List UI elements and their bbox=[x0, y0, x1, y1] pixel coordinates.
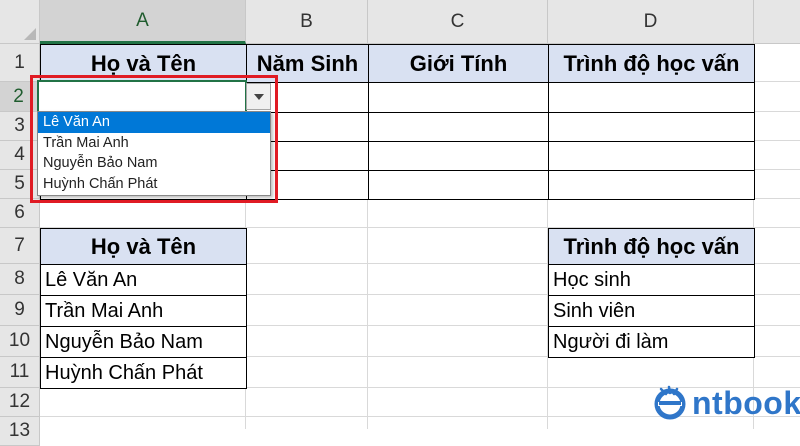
select-all-corner[interactable] bbox=[0, 0, 40, 44]
row-header-8[interactable]: 8 bbox=[0, 264, 40, 295]
column-header-a[interactable]: A bbox=[40, 0, 246, 44]
name-cell[interactable]: Lê Văn An bbox=[40, 264, 247, 296]
row-header-12[interactable]: 12 bbox=[0, 388, 40, 417]
highlight-annotation-box bbox=[30, 75, 278, 203]
column-header-b[interactable]: B bbox=[246, 0, 368, 44]
name-cell[interactable]: Trần Mai Anh bbox=[40, 295, 247, 327]
select-all-triangle-icon bbox=[24, 28, 36, 40]
row-header-13[interactable]: 13 bbox=[0, 417, 40, 446]
cell-d5[interactable] bbox=[548, 170, 755, 200]
column-header-c[interactable]: C bbox=[368, 0, 548, 44]
education-header-cell[interactable]: Trình độ học vấn bbox=[548, 228, 755, 265]
ntbook-logo-text: ntbook bbox=[692, 384, 800, 421]
name-cell[interactable]: Nguyễn Bảo Nam bbox=[40, 326, 247, 358]
row-header-10[interactable]: 10 bbox=[0, 326, 40, 357]
names-table: Họ và Tên Lê Văn An Trần Mai Anh Nguyễn … bbox=[40, 228, 247, 389]
row-header-7[interactable]: 7 bbox=[0, 228, 40, 264]
names-header-cell[interactable]: Họ và Tên bbox=[40, 228, 247, 265]
header-gender-cell[interactable]: Giới Tính bbox=[368, 44, 549, 83]
cell-c4[interactable] bbox=[368, 141, 549, 171]
cell-d2[interactable] bbox=[548, 82, 755, 113]
cell-d4[interactable] bbox=[548, 141, 755, 171]
name-cell[interactable]: Huỳnh Chấn Phát bbox=[40, 357, 247, 389]
ntbook-logo: ntbook bbox=[652, 381, 800, 425]
column-header-d[interactable]: D bbox=[548, 0, 754, 44]
education-cell[interactable]: Sinh viên bbox=[548, 295, 755, 327]
education-cell[interactable]: Người đi làm bbox=[548, 326, 755, 358]
row-header-9[interactable]: 9 bbox=[0, 295, 40, 326]
ntbook-logo-icon bbox=[654, 385, 686, 420]
row-header-11[interactable]: 11 bbox=[0, 357, 40, 388]
cell-c5[interactable] bbox=[368, 170, 549, 200]
column-header-e[interactable] bbox=[754, 0, 800, 44]
row-header-6[interactable]: 6 bbox=[0, 199, 40, 228]
cell-c3[interactable] bbox=[368, 112, 549, 142]
header-education-cell[interactable]: Trình độ học vấn bbox=[548, 44, 755, 83]
cell-c2[interactable] bbox=[368, 82, 549, 113]
education-table: Trình độ học vấn Học sinh Sinh viên Ngườ… bbox=[548, 228, 755, 358]
cell-d3[interactable] bbox=[548, 112, 755, 142]
education-cell[interactable]: Học sinh bbox=[548, 264, 755, 296]
